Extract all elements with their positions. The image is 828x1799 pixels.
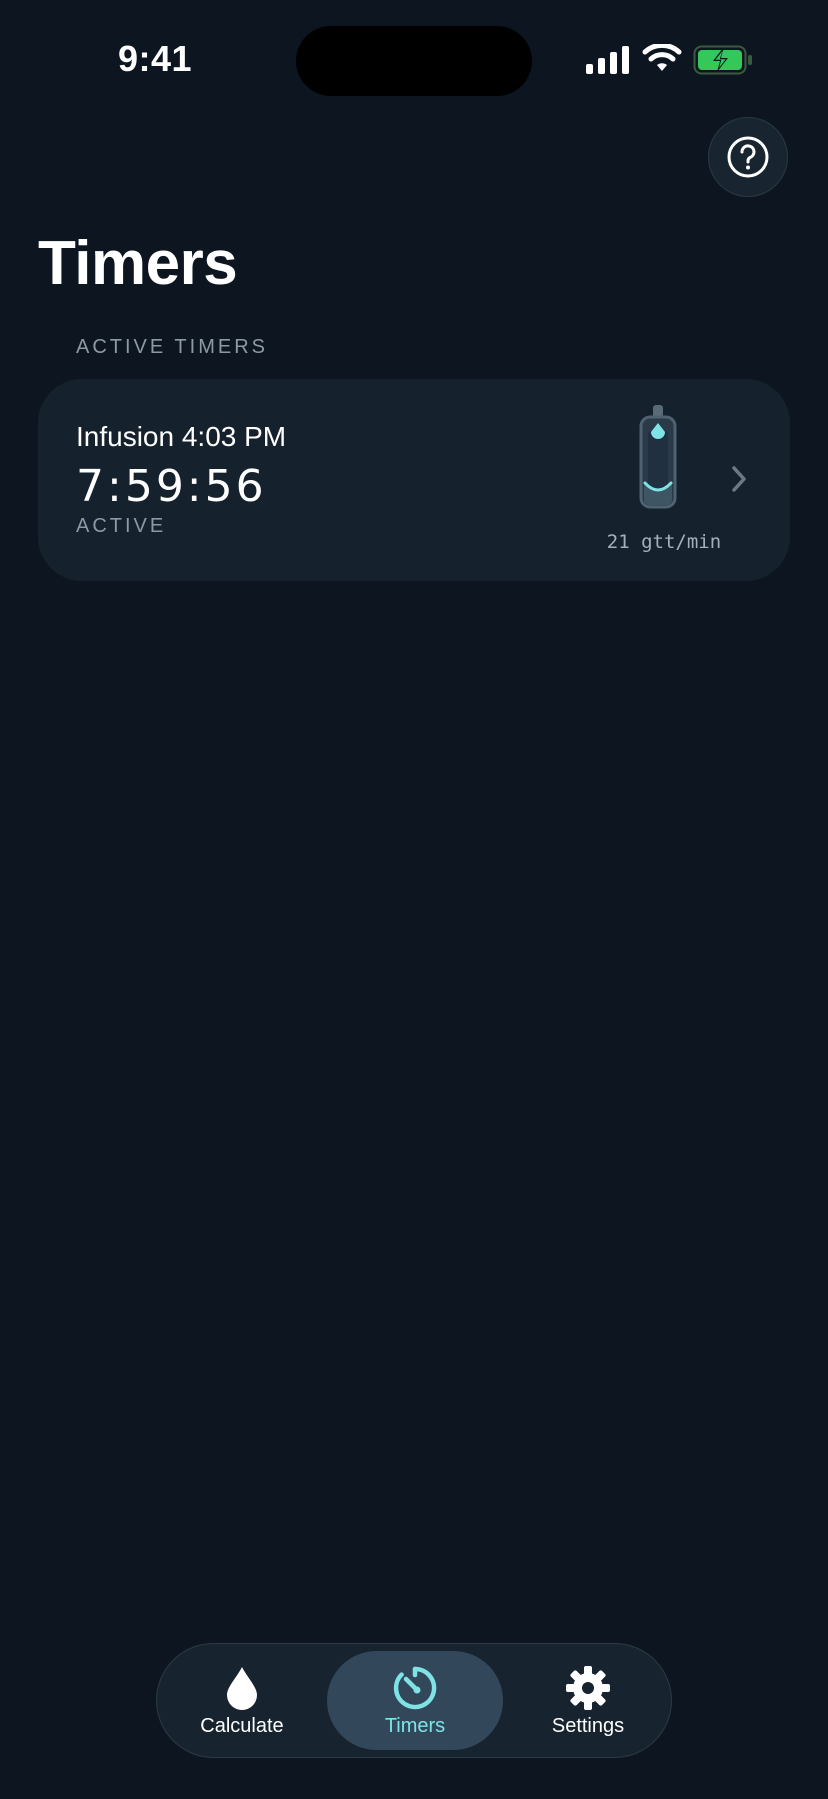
tab-label-timers: Timers (384, 1715, 446, 1737)
tab-settings[interactable]: Settings (513, 1651, 663, 1750)
status-bar: 9:41 (0, 0, 828, 120)
question-circle-icon (727, 136, 769, 178)
help-button[interactable] (708, 117, 788, 197)
tab-bar: Calculate Timers Settings (156, 1643, 672, 1758)
wifi-icon (642, 44, 682, 71)
timer-countdown: 7:59:56 (76, 461, 267, 512)
timer-name: Infusion 4:03 PM (76, 421, 287, 452)
page-title: Timers (38, 229, 238, 298)
dynamic-island (296, 26, 532, 96)
battery-charging-icon (693, 45, 752, 75)
drop-icon (227, 1667, 257, 1710)
drip-chamber-icon (639, 405, 677, 509)
timer-icon (393, 1666, 437, 1710)
timer-status: ACTIVE (76, 515, 167, 537)
tab-label-settings: Settings (551, 1715, 625, 1737)
drip-rate: 21 gtt/min (606, 531, 722, 553)
tab-calculate[interactable]: Calculate (167, 1651, 317, 1750)
chevron-right-icon (732, 466, 746, 492)
section-header-active-timers: ACTIVE TIMERS (76, 336, 268, 358)
tab-timers[interactable]: Timers (327, 1651, 503, 1750)
gear-icon (566, 1666, 610, 1710)
tab-label-calculate: Calculate (200, 1715, 284, 1737)
cellular-signal-icon (586, 46, 629, 74)
timer-card[interactable]: Infusion 4:03 PM 7:59:56 ACTIVE 21 gtt/m… (38, 379, 790, 581)
status-time: 9:41 (118, 38, 193, 79)
